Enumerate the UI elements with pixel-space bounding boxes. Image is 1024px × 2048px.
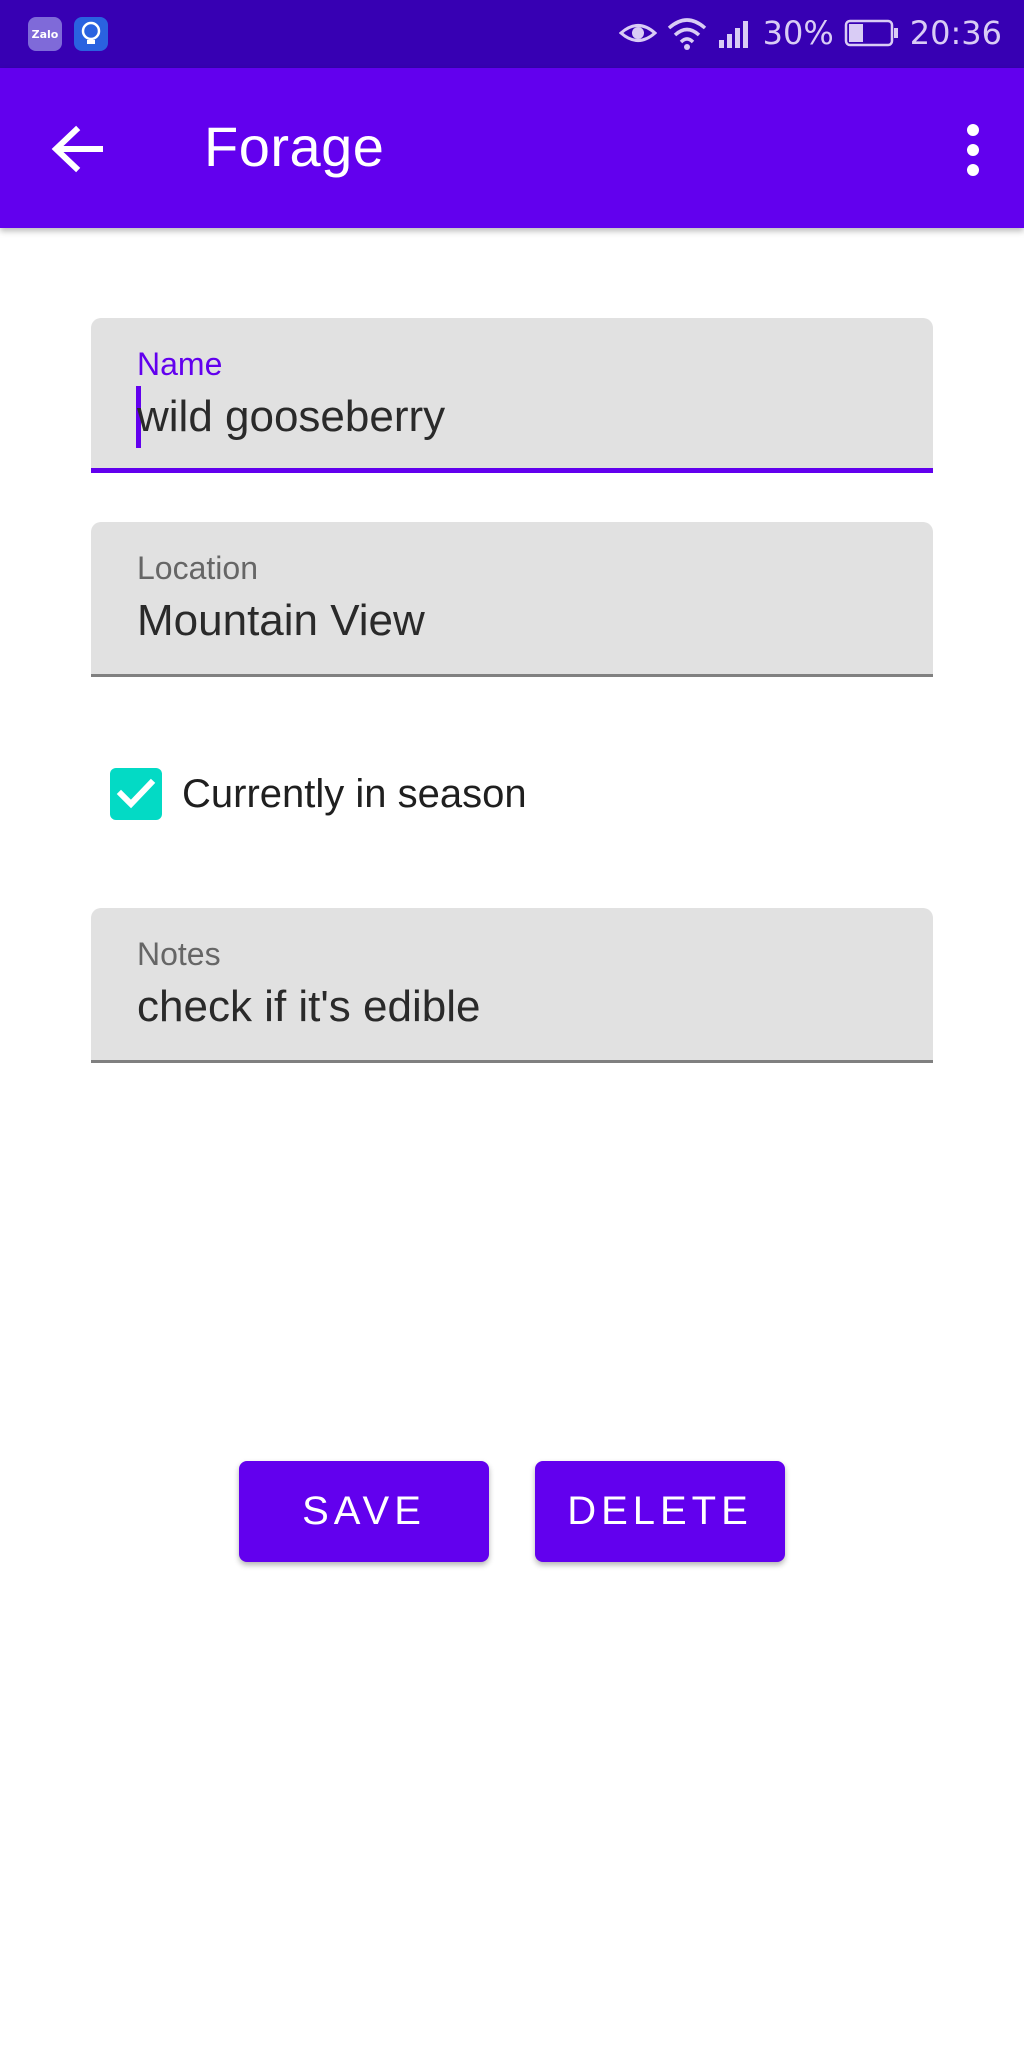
app-bar: Forage [0, 68, 1024, 228]
in-season-row[interactable]: Currently in season [110, 768, 527, 820]
notes-field[interactable]: Notes check if it's edible [91, 908, 933, 1063]
location-label: Location [137, 550, 258, 586]
clock: 20:36 [909, 14, 1002, 52]
delete-button[interactable]: DELETE [535, 1461, 785, 1562]
page-title: Forage [204, 115, 385, 178]
more-vert-icon[interactable] [960, 122, 986, 178]
cellular-signal-icon [717, 18, 753, 48]
arrow-back-icon[interactable] [48, 120, 106, 178]
notification-icons: Zalo [28, 17, 108, 51]
notes-label: Notes [137, 936, 221, 972]
notes-input[interactable]: check if it's edible [137, 982, 480, 1032]
status-bar: Zalo 30% 20:36 [0, 0, 1024, 68]
location-field[interactable]: Location Mountain View [91, 522, 933, 677]
location-input[interactable]: Mountain View [137, 596, 425, 646]
eye-comfort-icon [618, 18, 657, 48]
battery-percent: 30% [762, 14, 834, 52]
name-label: Name [137, 346, 223, 382]
battery-icon [844, 19, 900, 47]
wifi-icon [667, 16, 707, 50]
name-input[interactable]: wild gooseberry [137, 392, 445, 442]
zalo-app-icon: Zalo [28, 17, 62, 51]
check-icon [116, 778, 156, 809]
save-button[interactable]: SAVE [239, 1461, 489, 1562]
name-field[interactable]: Name wild gooseberry [91, 318, 933, 473]
system-status: 30% 20:36 [618, 14, 1002, 52]
lightbulb-icon [74, 17, 108, 51]
zalo-icon-text: Zalo [31, 27, 59, 41]
in-season-label: Currently in season [182, 771, 527, 816]
in-season-checkbox[interactable] [110, 768, 162, 820]
